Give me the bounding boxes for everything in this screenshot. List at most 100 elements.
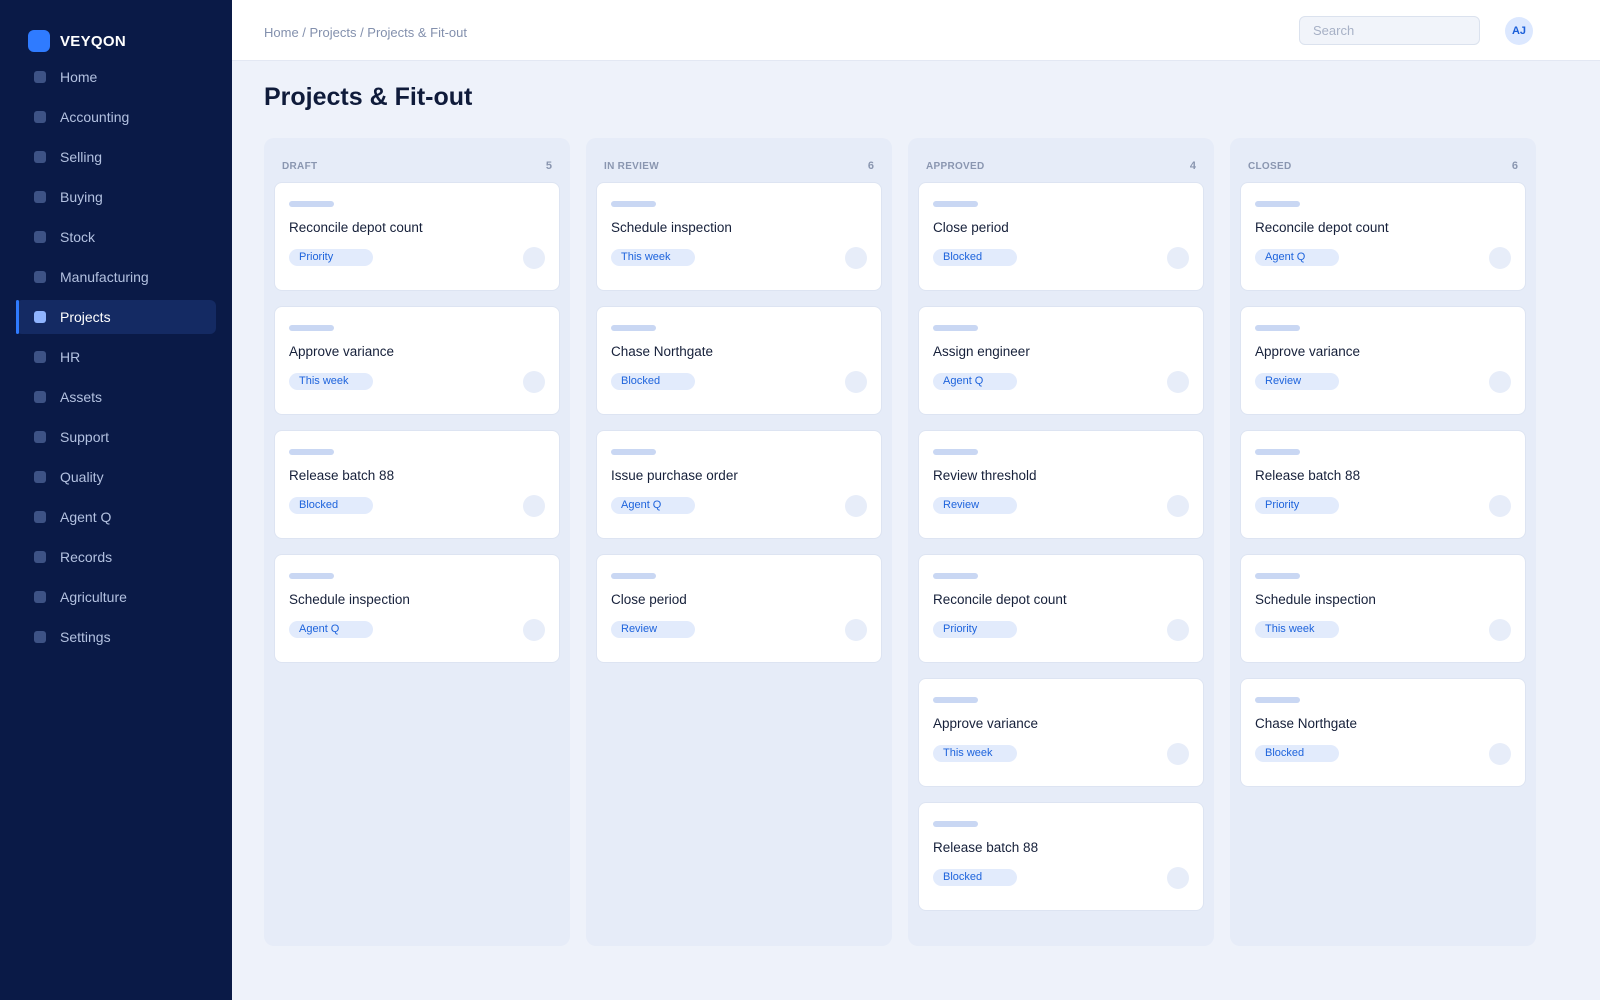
breadcrumb[interactable]: Home / Projects / Projects & Fit-out (264, 21, 467, 40)
assignee-avatar[interactable] (1489, 247, 1511, 269)
assignee-avatar[interactable] (1167, 867, 1189, 889)
sidebar-item-quality[interactable]: Quality (16, 460, 216, 494)
assignee-avatar[interactable] (1489, 371, 1511, 393)
task-card[interactable]: Assign engineer Agent Q (918, 306, 1204, 415)
nav-square-icon (34, 151, 46, 163)
card-tag[interactable]: Review (1255, 373, 1339, 390)
sidebar-item-manufacturing[interactable]: Manufacturing (16, 260, 216, 294)
sidebar-item-home[interactable]: Home (16, 60, 216, 94)
card-tag[interactable]: This week (933, 745, 1017, 762)
sidebar-item-accounting[interactable]: Accounting (16, 100, 216, 134)
task-card[interactable]: Chase Northgate Blocked (596, 306, 882, 415)
sidebar-item-stock[interactable]: Stock (16, 220, 216, 254)
task-card[interactable]: Reconcile depot count Priority (918, 554, 1204, 663)
page-title: Projects & Fit-out (264, 83, 473, 111)
card-title: Schedule inspection (611, 220, 732, 235)
sidebar-item-label: Records (60, 549, 113, 565)
assignee-avatar[interactable] (1489, 619, 1511, 641)
sidebar-item-buying[interactable]: Buying (16, 180, 216, 214)
column-title: APPROVED (926, 160, 985, 172)
sidebar-item-label: Manufacturing (60, 269, 149, 285)
assignee-avatar[interactable] (523, 619, 545, 641)
sidebar-item-agriculture[interactable]: Agriculture (16, 580, 216, 614)
assignee-avatar[interactable] (523, 247, 545, 269)
column-header: APPROVED 4 (918, 159, 1204, 173)
card-label-bar (1255, 201, 1300, 207)
sidebar-item-settings[interactable]: Settings (16, 620, 216, 654)
task-card[interactable]: Release batch 88 Blocked (918, 802, 1204, 911)
assignee-avatar[interactable] (1167, 495, 1189, 517)
sidebar-item-assets[interactable]: Assets (16, 380, 216, 414)
nav-square-icon (34, 511, 46, 523)
task-card[interactable]: Issue purchase order Agent Q (596, 430, 882, 539)
assignee-avatar[interactable] (845, 371, 867, 393)
card-tag[interactable]: Blocked (1255, 745, 1339, 762)
task-card[interactable]: Schedule inspection This week (1240, 554, 1526, 663)
task-card[interactable]: Review threshold Review (918, 430, 1204, 539)
card-tag[interactable]: Blocked (933, 869, 1017, 886)
sidebar-item-support[interactable]: Support (16, 420, 216, 454)
task-card[interactable]: Schedule inspection This week (596, 182, 882, 291)
assignee-avatar[interactable] (1167, 371, 1189, 393)
column-title: IN REVIEW (604, 160, 659, 172)
topbar: Home / Projects / Projects & Fit-out AJ (232, 0, 1600, 61)
card-tag[interactable]: Review (611, 621, 695, 638)
assignee-avatar[interactable] (523, 371, 545, 393)
main-area: Home / Projects / Projects & Fit-out AJ … (232, 0, 1600, 1000)
task-card[interactable]: Reconcile depot count Priority (274, 182, 560, 291)
card-tag[interactable]: Blocked (933, 249, 1017, 266)
task-card[interactable]: Release batch 88 Blocked (274, 430, 560, 539)
assignee-avatar[interactable] (845, 247, 867, 269)
card-tag[interactable]: Blocked (289, 497, 373, 514)
sidebar-item-hr[interactable]: HR (16, 340, 216, 374)
column-header: CLOSED 6 (1240, 159, 1526, 173)
card-tag[interactable]: Priority (289, 249, 373, 266)
card-title: Schedule inspection (1255, 592, 1376, 607)
nav-square-icon (34, 591, 46, 603)
card-tag[interactable]: Agent Q (611, 497, 695, 514)
sidebar-item-selling[interactable]: Selling (16, 140, 216, 174)
sidebar-item-projects[interactable]: Projects (16, 300, 216, 334)
card-tag[interactable]: Priority (1255, 497, 1339, 514)
task-card[interactable]: Approve variance This week (918, 678, 1204, 787)
task-card[interactable]: Close period Review (596, 554, 882, 663)
card-tag[interactable]: Priority (933, 621, 1017, 638)
task-card[interactable]: Chase Northgate Blocked (1240, 678, 1526, 787)
task-card[interactable]: Approve variance Review (1240, 306, 1526, 415)
task-card[interactable]: Reconcile depot count Agent Q (1240, 182, 1526, 291)
card-tag[interactable]: Review (933, 497, 1017, 514)
nav-square-icon (34, 471, 46, 483)
sidebar-item-label: Selling (60, 149, 103, 165)
sidebar-item-records[interactable]: Records (16, 540, 216, 574)
search-input[interactable] (1299, 16, 1480, 45)
card-tag[interactable]: Blocked (611, 373, 695, 390)
task-card[interactable]: Schedule inspection Agent Q (274, 554, 560, 663)
assignee-avatar[interactable] (845, 619, 867, 641)
card-tag[interactable]: This week (1255, 621, 1339, 638)
task-card[interactable]: Release batch 88 Priority (1240, 430, 1526, 539)
sidebar-item-agent-q[interactable]: Agent Q (16, 500, 216, 534)
card-tag[interactable]: Agent Q (1255, 249, 1339, 266)
assignee-avatar[interactable] (1489, 743, 1511, 765)
card-label-bar (611, 325, 656, 331)
assignee-avatar[interactable] (1167, 619, 1189, 641)
card-title: Close period (611, 592, 687, 607)
assignee-avatar[interactable] (1167, 247, 1189, 269)
brand[interactable]: VEYQON (16, 30, 216, 52)
card-label-bar (1255, 449, 1300, 455)
task-card[interactable]: Close period Blocked (918, 182, 1204, 291)
task-card[interactable]: Approve variance This week (274, 306, 560, 415)
column-in-review: IN REVIEW 6 Schedule inspection This week Ch… (586, 138, 892, 946)
card-label-bar (933, 201, 978, 207)
card-tag[interactable]: Agent Q (289, 621, 373, 638)
assignee-avatar[interactable] (523, 495, 545, 517)
card-tag[interactable]: Agent Q (933, 373, 1017, 390)
assignee-avatar[interactable] (1489, 495, 1511, 517)
assignee-avatar[interactable] (845, 495, 867, 517)
user-avatar[interactable]: AJ (1505, 17, 1533, 45)
app-root: VEYQON Home Accounting Selling Buying Stock M… (0, 0, 1600, 1000)
assignee-avatar[interactable] (1167, 743, 1189, 765)
card-tag[interactable]: This week (289, 373, 373, 390)
nav-square-icon (34, 631, 46, 643)
card-tag[interactable]: This week (611, 249, 695, 266)
